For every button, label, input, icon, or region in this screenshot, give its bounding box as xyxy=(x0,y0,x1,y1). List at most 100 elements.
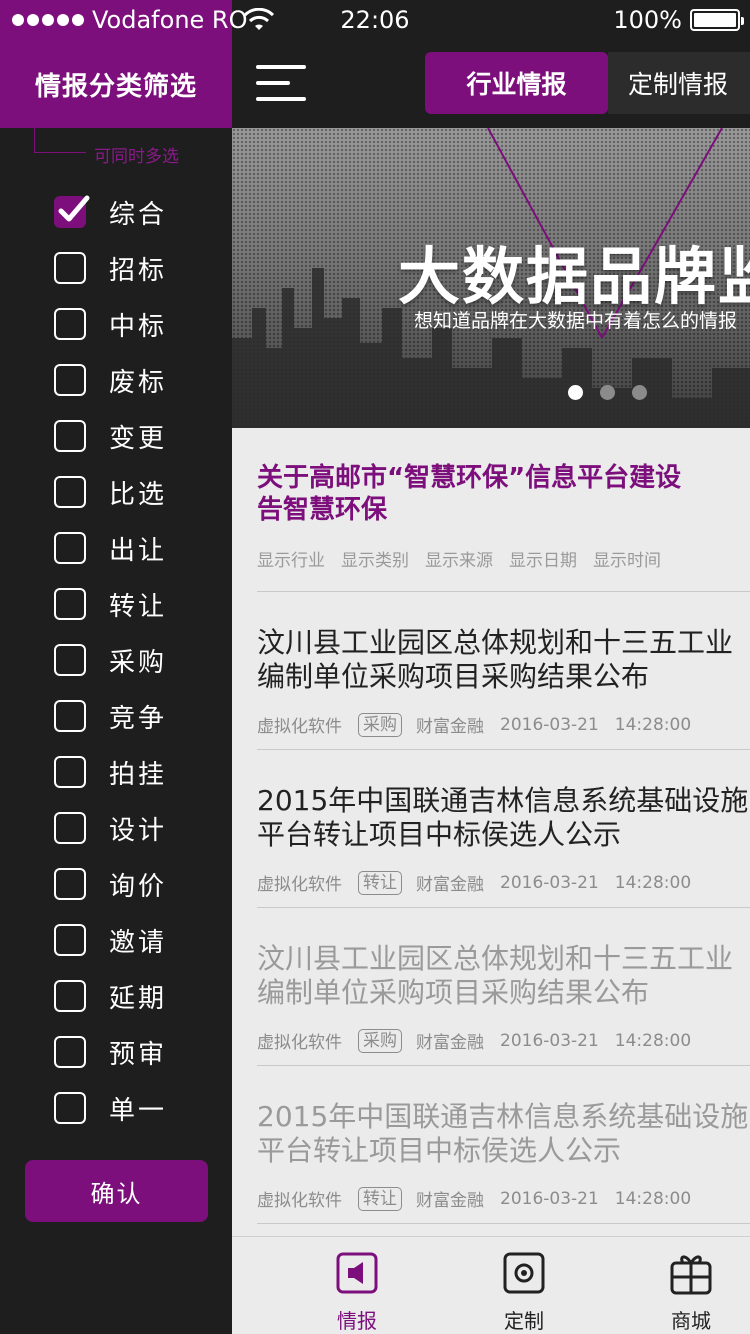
drawer-title: 情报分类筛选 xyxy=(34,72,197,102)
checkbox[interactable] xyxy=(54,420,86,452)
checkbox[interactable] xyxy=(54,924,86,956)
checkbox[interactable] xyxy=(54,476,86,508)
filter-option[interactable]: 设计 xyxy=(54,800,167,856)
news-meta: 虚拟化软件 转让 财富金融 2016-03-21 14:28:00 xyxy=(257,870,750,895)
filter-label: 中标 xyxy=(109,311,168,342)
megaphone-icon xyxy=(336,1252,378,1294)
news-meta: 虚拟化软件 采购 财富金融 2016-03-21 14:28:00 xyxy=(257,1028,750,1053)
nav-custom[interactable]: 定制 xyxy=(469,1251,579,1334)
meta-placeholder: 显示来源 xyxy=(425,551,493,571)
filter-label: 综合 xyxy=(109,199,168,230)
checkbox[interactable] xyxy=(54,644,86,676)
filter-option[interactable]: 转让 xyxy=(54,576,167,632)
filter-option[interactable]: 废标 xyxy=(54,352,167,408)
checkbox[interactable] xyxy=(54,252,86,284)
checkbox[interactable] xyxy=(54,980,86,1012)
target-icon xyxy=(503,1252,545,1294)
battery-percent: 100% xyxy=(613,6,682,34)
news-item[interactable]: 汶川县工业园区总体规划和十三五工业 编制单位采购项目采购结果公布虚拟化软件 采购 财富… xyxy=(257,592,750,750)
news-meta: 虚拟化软件 采购 财富金融 2016-03-21 14:28:00 xyxy=(257,712,750,737)
pager-dot[interactable] xyxy=(632,385,647,400)
filter-option[interactable]: 询价 xyxy=(54,856,167,912)
news-title: 关于高邮市“智慧环保”信息平台建设 告智慧环保 xyxy=(257,463,682,525)
filter-option[interactable]: 预审 xyxy=(54,1024,167,1080)
meta-placeholder: 显示时间 xyxy=(593,551,661,571)
checkbox[interactable] xyxy=(54,1036,86,1068)
news-title: 2015年中国联通吉林信息系统基础设施 平台转让项目中标侯选人公示 xyxy=(257,784,749,851)
banner-subtitle: 想知道品牌在大数据中有着怎么的情报 xyxy=(414,310,738,332)
news-date: 2016-03-21 xyxy=(500,714,599,735)
news-industry: 虚拟化软件 xyxy=(257,1191,342,1211)
hamburger-icon[interactable] xyxy=(256,65,306,103)
filter-label: 预审 xyxy=(109,1039,168,1070)
news-category-tag: 转让 xyxy=(358,870,402,895)
filter-option[interactable]: 拍挂 xyxy=(54,744,167,800)
filter-label: 采购 xyxy=(109,647,168,678)
filter-label: 拍挂 xyxy=(109,759,168,790)
news-item[interactable]: 2015年中国联通吉林信息系统基础设施 平台转让项目中标侯选人公示虚拟化软件 转让财… xyxy=(257,750,750,908)
checkbox[interactable] xyxy=(54,700,86,732)
filter-label: 变更 xyxy=(109,423,168,454)
filter-option[interactable]: 招标 xyxy=(54,240,167,296)
news-item[interactable]: 汶川县工业园区总体规划和十三五工业 编制单位采购项目采购结果公布虚拟化软件 采购 财富… xyxy=(257,908,750,1066)
checkbox-checked[interactable] xyxy=(54,195,90,228)
checkbox[interactable] xyxy=(54,868,86,900)
status-bar: Vodafone RO 22:06 100% xyxy=(0,0,750,40)
filter-option[interactable]: 邀请 xyxy=(54,912,167,968)
tab-custom-intel[interactable]: 定制情报 xyxy=(608,52,750,114)
filter-option[interactable]: 延期 xyxy=(54,968,167,1024)
news-title: 汶川县工业园区总体规划和十三五工业 编制单位采购项目采购结果公布 xyxy=(257,626,734,693)
checkbox[interactable] xyxy=(54,308,86,340)
checkbox[interactable] xyxy=(54,1092,86,1124)
news-category-tag: 采购 xyxy=(358,1028,402,1053)
multi-select-hint: 可同时多选 xyxy=(94,147,179,167)
news-category-tag: 转让 xyxy=(358,1186,402,1211)
checkbox[interactable] xyxy=(54,364,86,396)
filter-option[interactable]: 比选 xyxy=(54,464,167,520)
battery-icon xyxy=(690,9,744,31)
news-source: 财富金融 xyxy=(416,1191,484,1211)
filter-label: 比选 xyxy=(109,479,168,510)
news-industry: 虚拟化软件 xyxy=(257,717,342,737)
tab-bar: 行业情报 定制情报 xyxy=(425,52,750,114)
news-title: 汶川县工业园区总体规划和十三五工业 编制单位采购项目采购结果公布 xyxy=(257,942,734,1009)
nav-intel[interactable]: 情报 xyxy=(302,1251,412,1334)
gift-icon xyxy=(670,1255,712,1295)
checkbox[interactable] xyxy=(54,588,86,620)
filter-option[interactable]: 竞争 xyxy=(54,688,167,744)
news-meta: 显示行业 显示类别 显示来源 显示日期 显示时间 xyxy=(257,546,750,571)
filter-label: 询价 xyxy=(109,871,168,902)
news-category-tag: 采购 xyxy=(358,712,402,737)
filter-option[interactable]: 中标 xyxy=(54,296,167,352)
news-industry: 虚拟化软件 xyxy=(257,1033,342,1053)
pager-dot[interactable] xyxy=(568,385,583,400)
bottom-tab-bar: 情报 定制 商城 xyxy=(232,1236,750,1334)
pager-dot[interactable] xyxy=(600,385,615,400)
filter-option[interactable]: 变更 xyxy=(54,408,167,464)
promo-banner[interactable]: 大数据品牌监测 想知道品牌在大数据中有着怎么的情报 xyxy=(232,128,750,428)
tab-industry-intel[interactable]: 行业情报 xyxy=(425,52,608,114)
checkmark-icon xyxy=(58,195,90,222)
filter-label: 延期 xyxy=(109,983,168,1014)
checkbox[interactable] xyxy=(54,812,86,844)
filter-option[interactable]: 出让 xyxy=(54,520,167,576)
news-time: 14:28:00 xyxy=(614,1030,692,1051)
meta-placeholder: 显示行业 xyxy=(257,551,325,571)
news-date: 2016-03-21 xyxy=(500,1030,599,1051)
filter-option[interactable]: 单一 xyxy=(54,1080,167,1136)
filter-option[interactable]: 综合 xyxy=(54,184,167,240)
banner-pager[interactable] xyxy=(568,385,647,400)
news-item-featured[interactable]: 关于高邮市“智慧环保”信息平台建设 告智慧环保 显示行业 显示类别 显示来源 显示日期… xyxy=(257,428,750,592)
news-time: 14:28:00 xyxy=(614,872,692,893)
news-industry: 虚拟化软件 xyxy=(257,875,342,895)
filter-option[interactable]: 采购 xyxy=(54,632,167,688)
meta-placeholder: 显示类别 xyxy=(341,551,409,571)
news-item[interactable]: 2015年中国联通吉林信息系统基础设施 平台转让项目中标侯选人公示 虚拟化软件 转让财… xyxy=(257,1066,750,1224)
hint-connector xyxy=(34,128,86,153)
confirm-button[interactable]: 确认 xyxy=(25,1160,208,1222)
checkbox[interactable] xyxy=(54,756,86,788)
checkbox[interactable] xyxy=(54,532,86,564)
news-source: 财富金融 xyxy=(416,1033,484,1053)
nav-mall[interactable]: 商城 xyxy=(636,1251,746,1334)
news-time: 14:28:00 xyxy=(614,1188,692,1209)
